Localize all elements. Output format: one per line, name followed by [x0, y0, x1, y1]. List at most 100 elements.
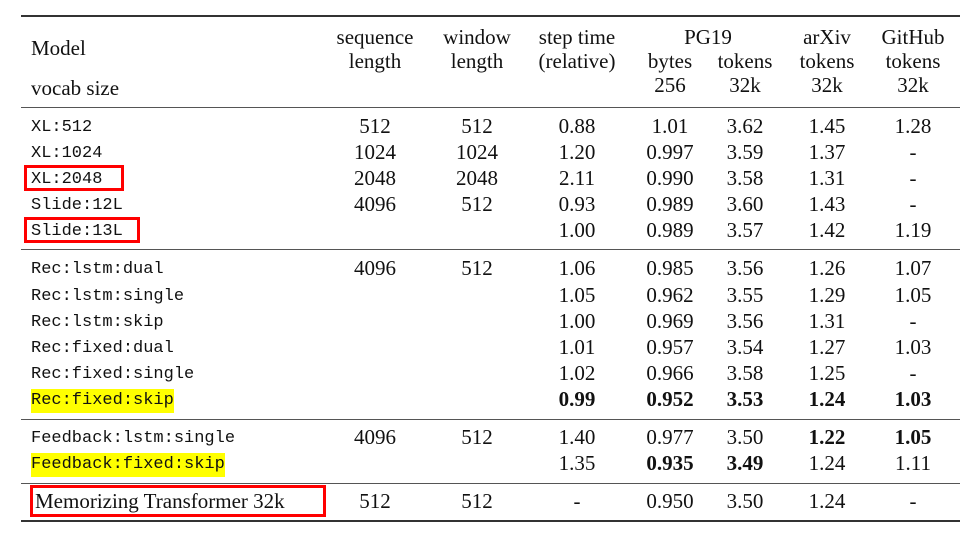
model-name: Rec:lstm:dual: [31, 260, 164, 279]
cell-bytes: 0.989: [646, 192, 694, 216]
header-text: 32k: [811, 73, 843, 97]
cell-bytes: 0.969: [646, 309, 694, 333]
group-rule: [21, 249, 960, 250]
header-window-length: window length: [443, 25, 511, 73]
top-rule: [21, 15, 960, 17]
model-name: Rec:fixed:single: [31, 365, 195, 384]
cell-step: 1.00: [558, 218, 596, 242]
header-sequence-length: sequence length: [337, 25, 414, 73]
cell-arxiv: 1.42: [808, 218, 846, 242]
cell-step: 0.88: [558, 114, 596, 138]
header-text: sequence: [336, 25, 414, 49]
header-text: 256: [654, 73, 686, 97]
header-model: Model: [31, 36, 86, 60]
cell-bytes: 0.952: [646, 387, 694, 411]
cell-step: 1.06: [558, 256, 596, 280]
cell-step: 0.93: [558, 192, 596, 216]
annotation-box: [24, 165, 124, 191]
header-text: step time: [538, 25, 616, 49]
header-vocab-size: vocab size: [31, 76, 120, 100]
group-rule: [21, 483, 960, 484]
cell-arxiv: 1.31: [808, 166, 846, 190]
model-name: Slide:12L: [31, 196, 123, 215]
cell-arxiv: 1.24: [808, 489, 846, 513]
cell-step: 1.02: [558, 361, 596, 385]
cell-github: 1.05: [894, 283, 932, 307]
cell-tokens: 3.55: [726, 283, 764, 307]
header-text: window: [443, 25, 511, 49]
cell-step: -: [573, 489, 581, 513]
cell-arxiv: 1.24: [808, 387, 846, 411]
cell-arxiv: 1.24: [808, 451, 846, 475]
cell-arxiv: 1.45: [808, 114, 846, 138]
cell-bytes: 0.990: [646, 166, 694, 190]
header-pg19-tokens: tokens 32k: [718, 49, 773, 97]
cell-step: 1.20: [558, 140, 596, 164]
cell-win: 512: [461, 256, 493, 280]
header-pg19: PG19: [684, 25, 732, 49]
cell-step: 1.40: [558, 425, 596, 449]
header-arxiv: arXiv tokens 32k: [800, 25, 855, 97]
header-text: tokens: [799, 49, 855, 73]
cell-win: 512: [461, 489, 493, 513]
cell-bytes: 0.957: [646, 335, 694, 359]
header-text: GitHub: [881, 25, 945, 49]
cell-seq: 2048: [354, 166, 396, 190]
cell-tokens: 3.54: [726, 335, 764, 359]
header-text: (relative): [538, 49, 616, 73]
model-name: Feedback:fixed:skip: [31, 453, 225, 477]
header-text: 32k: [897, 73, 929, 97]
cell-bytes: 0.962: [646, 283, 694, 307]
cell-tokens: 3.60: [726, 192, 764, 216]
cell-step: 0.99: [558, 387, 596, 411]
cell-github: -: [909, 361, 917, 385]
cell-step: 1.35: [558, 451, 596, 475]
cell-tokens: 3.56: [726, 256, 764, 280]
cell-github: 1.05: [894, 425, 932, 449]
cell-win: 512: [461, 425, 493, 449]
cell-github: 1.03: [894, 335, 932, 359]
cell-github: 1.11: [895, 451, 931, 475]
model-name: Rec:fixed:skip: [31, 389, 174, 413]
cell-github: 1.03: [894, 387, 932, 411]
header-step-time: step time (relative): [539, 25, 616, 73]
group-rule: [21, 419, 960, 420]
cell-github: -: [909, 140, 917, 164]
cell-bytes: 0.989: [646, 218, 694, 242]
cell-win: 512: [461, 192, 493, 216]
cell-github: 1.07: [894, 256, 932, 280]
cell-tokens: 3.58: [726, 361, 764, 385]
header-text: length: [348, 49, 402, 73]
cell-win: 2048: [456, 166, 498, 190]
model-name: Feedback:lstm:single: [31, 429, 236, 448]
header-text: tokens: [717, 49, 773, 73]
cell-arxiv: 1.27: [808, 335, 846, 359]
cell-github: -: [909, 192, 917, 216]
header-text: bytes: [647, 49, 693, 73]
cell-github: -: [909, 489, 917, 513]
cell-win: 1024: [456, 140, 498, 164]
model-name: Rec:lstm:single: [31, 287, 185, 306]
model-name: XL:512: [31, 118, 93, 137]
cell-step: 1.00: [558, 309, 596, 333]
cell-tokens: 3.49: [726, 451, 764, 475]
cell-win: 512: [461, 114, 493, 138]
header-pg19-bytes: bytes 256: [648, 49, 692, 97]
annotation-box: [30, 485, 326, 517]
cell-arxiv: 1.25: [808, 361, 846, 385]
cell-tokens: 3.58: [726, 166, 764, 190]
cell-github: -: [909, 309, 917, 333]
cell-tokens: 3.62: [726, 114, 764, 138]
cell-bytes: 1.01: [651, 114, 689, 138]
cell-seq: 4096: [354, 425, 396, 449]
model-name: Rec:lstm:skip: [31, 313, 164, 332]
cell-github: 1.28: [894, 114, 932, 138]
cell-github: -: [909, 166, 917, 190]
annotation-box: [24, 217, 140, 243]
header-text: length: [450, 49, 504, 73]
cell-bytes: 0.966: [646, 361, 694, 385]
cell-tokens: 3.50: [726, 489, 764, 513]
header-text: 32k: [729, 73, 761, 97]
cell-seq: 4096: [354, 192, 396, 216]
header-rule: [21, 107, 960, 108]
